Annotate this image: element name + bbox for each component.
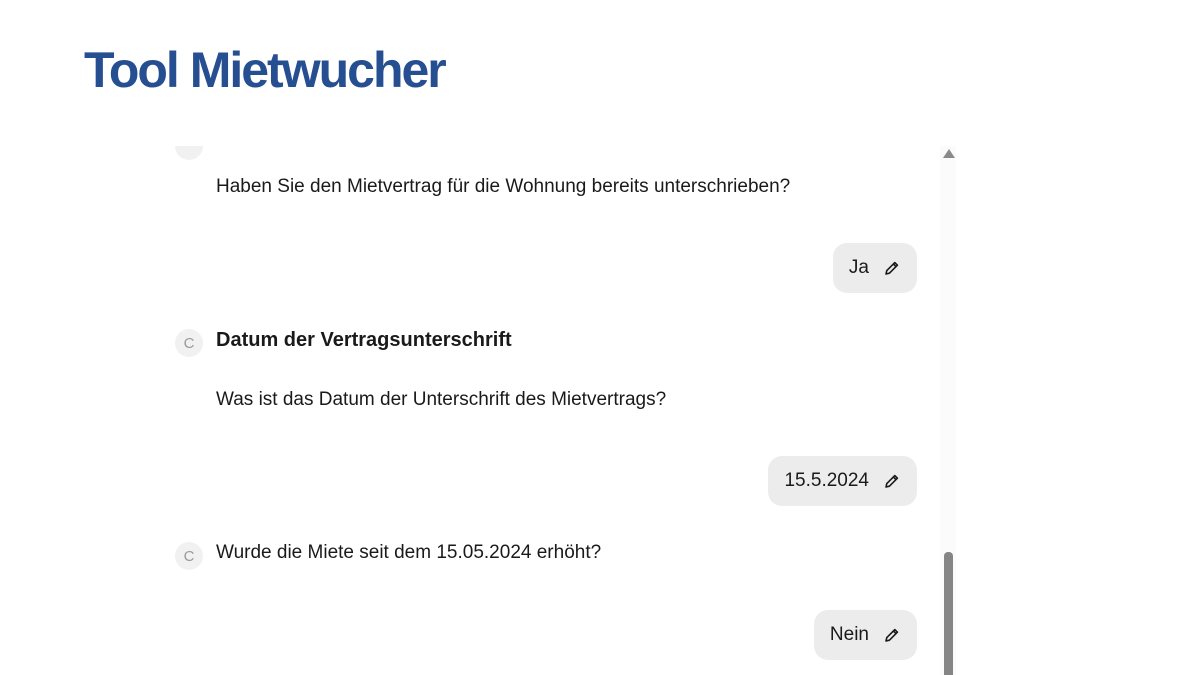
scroll-up-arrow-icon[interactable] [943,149,955,158]
answer-value: 15.5.2024 [784,470,869,491]
question-text: Wurde die Miete seit dem 15.05.2024 erhö… [216,542,602,563]
answer-value: Ja [848,257,869,278]
question-text: Was ist das Datum der Unterschrift des M… [216,389,667,410]
assistant-avatar: C [175,329,203,357]
answer-bubble[interactable]: Ja [832,243,917,293]
assistant-avatar-partial [175,146,203,160]
vertical-scrollbar[interactable] [940,146,956,675]
pencil-icon[interactable] [883,259,901,277]
answer-bubble[interactable]: Nein [813,610,917,660]
scroll-thumb[interactable] [944,552,953,675]
page-title: Tool Mietwucher [84,42,447,98]
chat-scroll-area: Haben Sie den Mietvertrag für die Wohnun… [150,146,940,675]
page: Tool Mietwucher Haben Sie den Mietvertra… [0,0,1200,675]
answer-bubble[interactable]: 15.5.2024 [768,456,917,506]
question-title: Datum der Vertragsunterschrift [216,329,512,351]
pencil-icon[interactable] [883,472,901,490]
assistant-avatar: C [175,542,203,570]
question-text: Haben Sie den Mietvertrag für die Wohnun… [216,176,791,197]
pencil-icon[interactable] [883,626,901,644]
answer-value: Nein [829,624,869,645]
